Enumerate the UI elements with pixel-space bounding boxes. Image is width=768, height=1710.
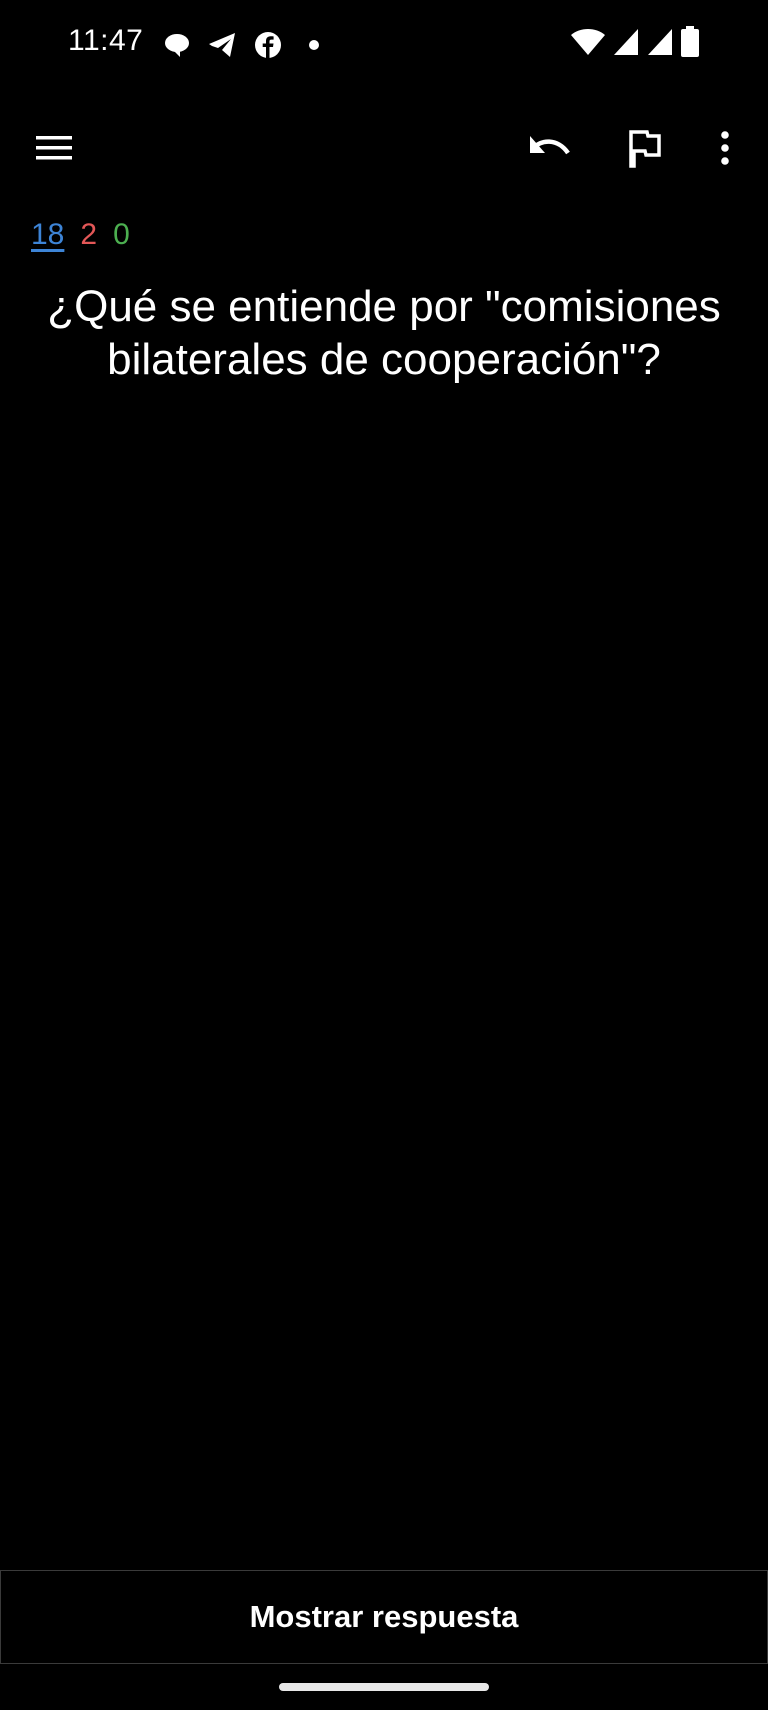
system-status-icons [570, 26, 700, 58]
gesture-nav-handle[interactable] [279, 1683, 489, 1691]
show-answer-label: Mostrar respuesta [249, 1599, 519, 1634]
show-answer-button[interactable]: Mostrar respuesta [0, 1570, 768, 1664]
card-question: ¿Qué se entiende por "comisiones bilater… [47, 282, 721, 384]
learning-count: 2 [80, 218, 98, 251]
telegram-icon [207, 28, 237, 62]
status-time: 11:47 [68, 24, 144, 57]
signal-icon [646, 27, 674, 57]
signal-icon [612, 27, 640, 57]
status-bar: 11:47 [0, 0, 768, 90]
wifi-icon [570, 27, 606, 57]
facebook-icon [254, 28, 282, 62]
new-count: 18 [31, 218, 65, 251]
flag-icon[interactable] [605, 108, 685, 188]
more-vert-icon[interactable] [685, 108, 765, 188]
reviewer-toolbar [0, 108, 768, 188]
dot-icon [308, 28, 320, 62]
review-count: 0 [113, 218, 130, 251]
undo-icon[interactable] [510, 108, 590, 188]
battery-icon [680, 26, 700, 58]
hamburger-menu-icon[interactable] [14, 108, 94, 188]
card-counts: 18 2 0 [31, 218, 130, 252]
chat-bubble-icon [163, 28, 191, 62]
